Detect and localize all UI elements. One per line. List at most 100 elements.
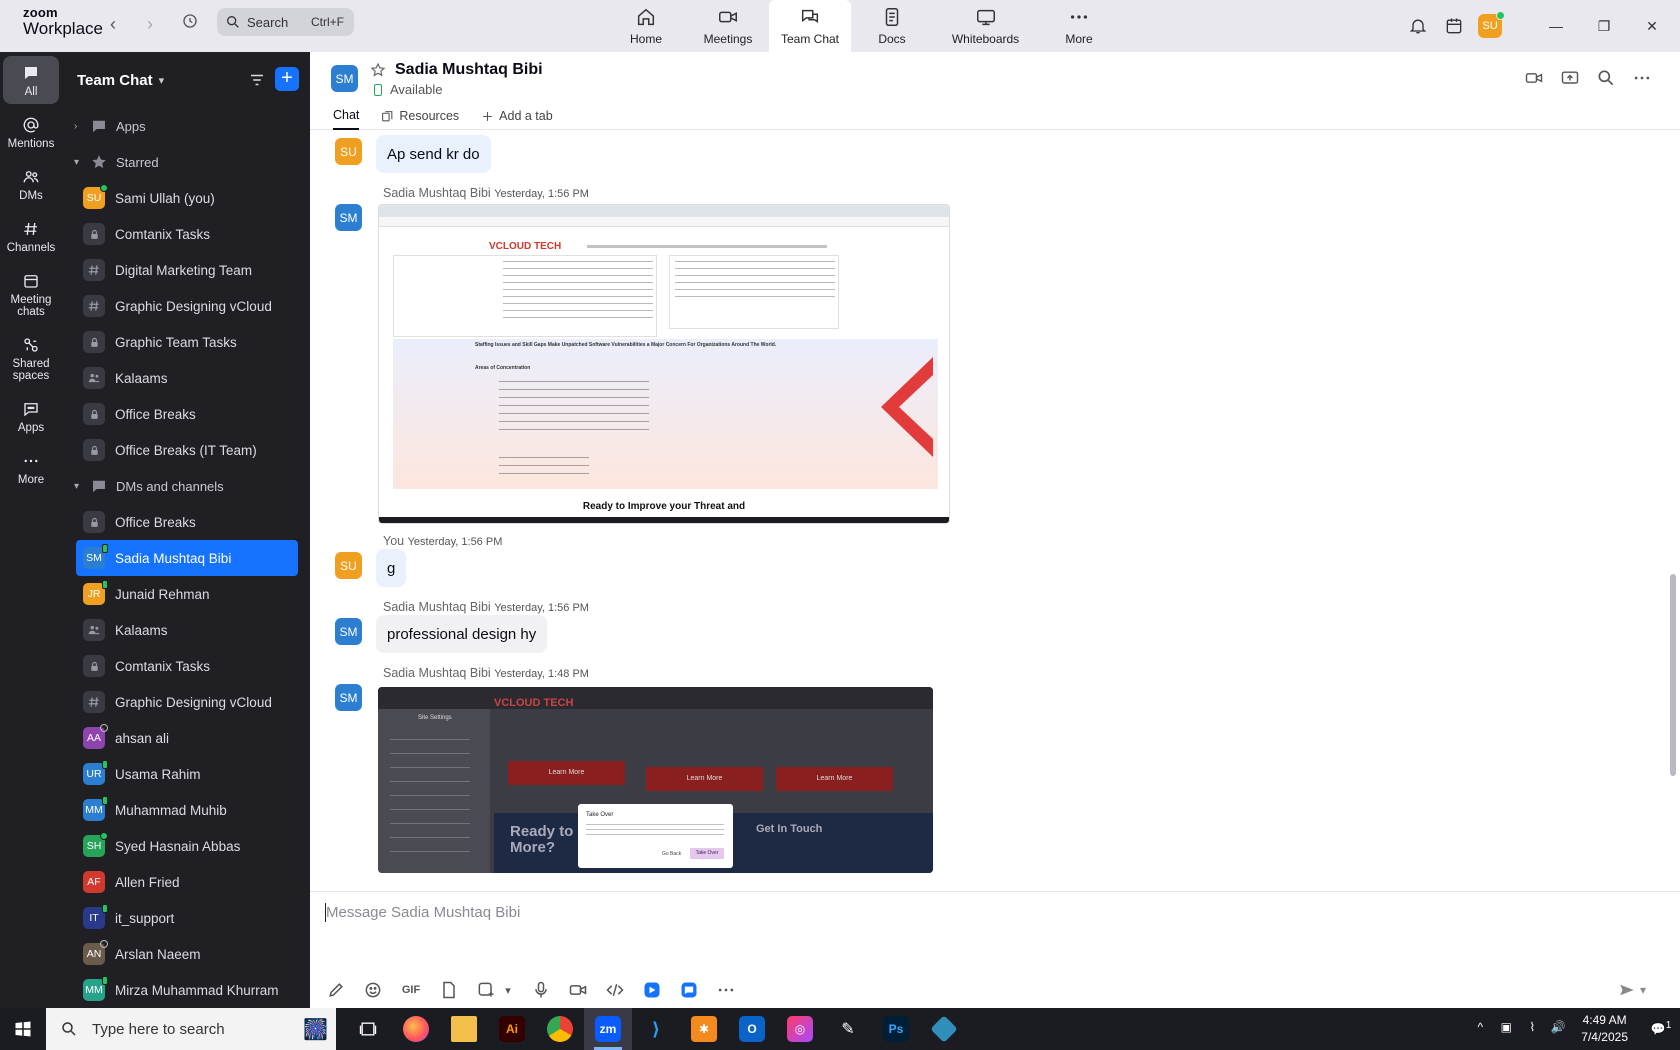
rail-channels[interactable]: Channels <box>3 212 59 260</box>
rail-meeting-chats[interactable]: Meeting chats <box>3 264 59 324</box>
minimize-button[interactable]: — <box>1532 6 1580 46</box>
sidebar-item[interactable]: SH Syed Hasnain Abbas <box>62 828 310 864</box>
chevron-up-icon[interactable]: ^ <box>1469 1020 1491 1038</box>
microphone-icon[interactable] <box>531 980 551 1000</box>
file-explorer-icon[interactable] <box>440 1008 488 1050</box>
sidebar-item[interactable]: AF Allen Fried <box>62 864 310 900</box>
filter-icon[interactable] <box>248 71 266 89</box>
section-apps[interactable]: › Apps <box>62 108 310 144</box>
wifi-icon[interactable]: ⌇ <box>1521 1020 1543 1038</box>
sidebar-item[interactable]: Graphic Designing vCloud <box>62 288 310 324</box>
sidebar-item[interactable]: Kalaams <box>62 612 310 648</box>
notification-icon[interactable]: 💬1 <box>1650 1020 1672 1038</box>
rail-more[interactable]: More <box>3 444 59 492</box>
clock[interactable]: 4:49 AM 7/4/2025 <box>1581 1012 1628 1046</box>
message-bubble[interactable]: professional design hy <box>376 615 548 653</box>
nav-home[interactable]: Home <box>605 0 687 52</box>
nav-team-chat[interactable]: Team Chat <box>769 0 851 52</box>
code-icon[interactable] <box>605 980 625 1000</box>
sidebar-item[interactable]: MM Muhammad Muhib <box>62 792 310 828</box>
close-button[interactable]: ✕ <box>1628 6 1676 46</box>
nav-docs[interactable]: Docs <box>851 0 933 52</box>
sender-avatar[interactable]: SM <box>335 684 362 711</box>
chevron-down-icon[interactable]: ▾ <box>502 980 514 1000</box>
contact-name[interactable]: Sadia Mushtaq Bibi <box>395 61 543 79</box>
sidebar-item[interactable]: Office Breaks (IT Team) <box>62 432 310 468</box>
calendar-icon[interactable] <box>1444 16 1464 36</box>
vscode-icon[interactable]: ⟩ <box>632 1008 680 1050</box>
video-message-icon[interactable] <box>568 980 588 1000</box>
search-box[interactable]: Search Ctrl+F <box>217 8 354 36</box>
screenshot-icon[interactable] <box>476 980 496 1000</box>
rail-mentions[interactable]: Mentions <box>3 108 59 156</box>
bell-icon[interactable] <box>1408 16 1428 36</box>
image-attachment-2[interactable]: Site Settings VCLOUD TECH Learn More Lea… <box>378 687 933 873</box>
sidebar-item[interactable]: AN Arslan Naeem <box>62 936 310 972</box>
task-view-icon[interactable] <box>344 1008 392 1050</box>
tab-add[interactable]: Add a tab <box>481 108 553 130</box>
zoom-chat-app-icon[interactable] <box>679 980 699 1000</box>
contact-avatar[interactable]: SM <box>331 65 358 92</box>
sidebar-item[interactable]: JR Junaid Rehman <box>62 576 310 612</box>
network-status-icon[interactable]: ▣ <box>1495 1020 1517 1038</box>
history-icon[interactable] <box>178 12 202 36</box>
app-diamond-icon[interactable] <box>920 1008 968 1050</box>
postman-icon[interactable]: ✱ <box>680 1008 728 1050</box>
taskbar-search[interactable]: Type here to search 🎆 <box>46 1008 336 1050</box>
rail-shared-spaces[interactable]: Shared spaces <box>3 328 59 388</box>
sidebar-item[interactable]: Graphic Team Tasks <box>62 324 310 360</box>
format-icon[interactable] <box>326 980 346 1000</box>
sidebar-item[interactable]: Office Breaks <box>62 504 310 540</box>
more-options-icon[interactable] <box>716 980 736 1000</box>
forward-arrow-icon[interactable]: › <box>138 12 162 36</box>
sidebar-item[interactable]: Comtanix Tasks <box>62 648 310 684</box>
inkscape-icon[interactable]: ✎ <box>824 1008 872 1050</box>
sidebar-item[interactable]: MM Mirza Muhammad Khurram <box>62 972 310 1008</box>
sidebar-item[interactable]: SM Sadia Mushtaq Bibi <box>76 540 298 576</box>
sender-avatar[interactable]: SU <box>335 138 362 165</box>
sender-avatar[interactable]: SM <box>335 204 362 231</box>
gif-icon[interactable]: GIF <box>400 980 422 1000</box>
photoshop-icon[interactable]: Ps <box>872 1008 920 1050</box>
volume-icon[interactable]: 🔊 <box>1547 1020 1569 1038</box>
rail-apps[interactable]: Apps <box>3 392 59 440</box>
send-button[interactable]: ▾ <box>1618 980 1656 1000</box>
creative-cloud-icon[interactable]: ◎ <box>776 1008 824 1050</box>
more-options-icon[interactable] <box>1632 68 1652 88</box>
image-attachment-1[interactable]: VCLOUD TECH Staffing Issues and Skill Ga… <box>378 204 950 524</box>
sender-avatar[interactable]: SU <box>335 552 362 579</box>
section-dms[interactable]: ▾ DMs and channels <box>62 468 310 504</box>
emoji-icon[interactable] <box>363 980 383 1000</box>
star-icon[interactable] <box>370 62 386 78</box>
video-call-icon[interactable] <box>1524 68 1544 88</box>
sidebar-item[interactable]: IT it_support <box>62 900 310 936</box>
user-avatar[interactable]: SU <box>1478 11 1505 38</box>
firefox-icon[interactable] <box>392 1008 440 1050</box>
rail-dms[interactable]: DMs <box>3 160 59 208</box>
sidebar-item[interactable]: Graphic Designing vCloud <box>62 684 310 720</box>
message-bubble[interactable]: g <box>376 549 407 587</box>
back-arrow-icon[interactable]: ‹ <box>101 12 125 36</box>
section-starred[interactable]: ▾ Starred <box>62 144 310 180</box>
scrollbar-thumb[interactable] <box>1670 574 1676 776</box>
tab-chat[interactable]: Chat <box>333 108 360 130</box>
tab-resources[interactable]: Resources <box>381 108 459 130</box>
new-chat-button[interactable]: + <box>275 67 299 91</box>
sidebar-header[interactable]: Team Chat ▾ <box>62 52 310 108</box>
sidebar-item[interactable]: Digital Marketing Team <box>62 252 310 288</box>
sidebar-item[interactable]: AA ahsan ali <box>62 720 310 756</box>
sidebar-item[interactable]: Office Breaks <box>62 396 310 432</box>
outlook-icon[interactable]: O <box>728 1008 776 1050</box>
share-screen-icon[interactable] <box>1560 68 1580 88</box>
start-button[interactable] <box>0 1008 46 1050</box>
nav-whiteboards[interactable]: Whiteboards <box>933 0 1038 52</box>
message-scrollbar[interactable] <box>1670 178 1676 918</box>
sidebar-item[interactable]: Comtanix Tasks <box>62 216 310 252</box>
sidebar-item[interactable]: SU Sami Ullah (you) <box>62 180 310 216</box>
nav-meetings[interactable]: Meetings <box>687 0 769 52</box>
sidebar-item[interactable]: Kalaams <box>62 360 310 396</box>
rail-all[interactable]: All <box>3 56 59 104</box>
app-integration-icon[interactable] <box>642 980 662 1000</box>
message-bubble[interactable]: Ap send kr do <box>376 135 491 173</box>
chrome-icon[interactable] <box>536 1008 584 1050</box>
